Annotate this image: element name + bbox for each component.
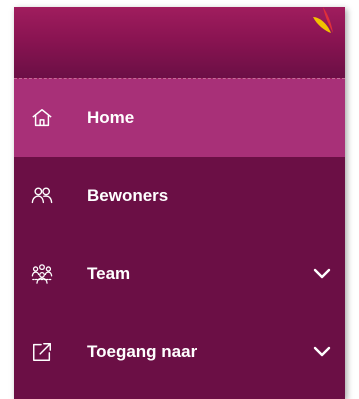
- brand-logo-icon[interactable]: [309, 7, 337, 37]
- sidebar-item-label: Bewoners: [87, 186, 169, 205]
- team-icon: [31, 264, 53, 284]
- chevron-down-icon[interactable]: [313, 346, 331, 358]
- sidebar-item-bewoners[interactable]: Bewoners: [14, 157, 345, 235]
- chevron-down-icon[interactable]: [313, 268, 331, 280]
- sidebar-item-toegang-naar[interactable]: Toegang naar: [14, 313, 345, 391]
- sidebar-item-home[interactable]: Home: [14, 79, 345, 157]
- sidebar-nav: Home Bewoners Team Toegang naar: [14, 79, 345, 391]
- sidebar-item-label: Home: [87, 108, 135, 127]
- sidebar-item-team[interactable]: Team: [14, 235, 345, 313]
- sidebar-item-label: Toegang naar: [87, 342, 198, 361]
- home-icon: [32, 109, 52, 127]
- sidebar: Home Bewoners Team Toegang naar: [14, 7, 345, 399]
- sidebar-item-label: Team: [87, 264, 131, 283]
- people-icon: [31, 187, 53, 204]
- sidebar-header: [14, 7, 345, 79]
- external-link-icon: [33, 343, 51, 361]
